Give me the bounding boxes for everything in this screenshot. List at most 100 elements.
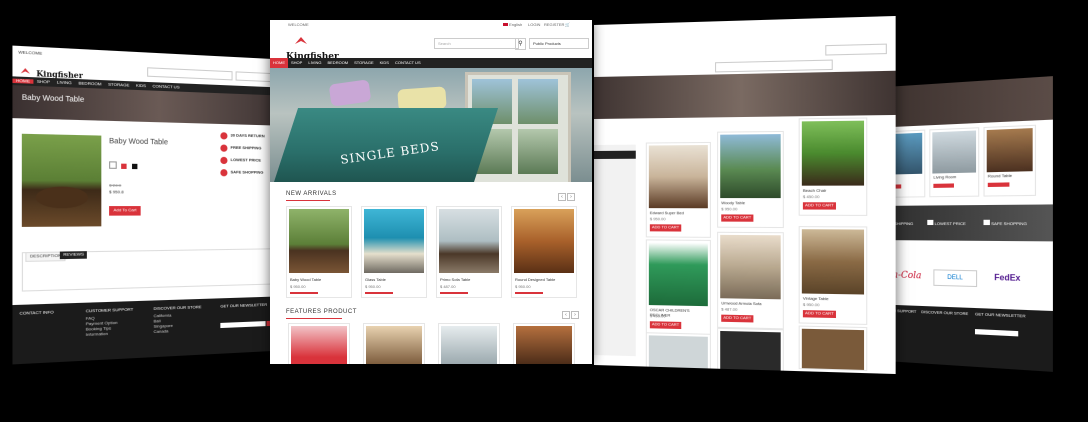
add-to-cart-button[interactable]: ADD TO CART xyxy=(649,224,682,232)
add-to-cart-button[interactable]: ADD TO CART xyxy=(802,310,836,318)
category-product-card[interactable]: OSCAR CHILDREN'S RECLINER $ 450.00 ADD TO … xyxy=(645,239,711,336)
nav-item-storage[interactable]: STORAGE xyxy=(105,81,133,88)
bird-icon xyxy=(295,37,307,44)
category-product-card[interactable]: Woody Table $ 950.00 ADD TO CART xyxy=(717,130,784,229)
mini-product-card-2[interactable]: Round Table xyxy=(983,124,1037,197)
nav-item-shop[interactable]: SHOP xyxy=(288,58,305,68)
product-card[interactable]: Glass Table $ 950.00 xyxy=(361,206,427,298)
far-right-page-screenshot: Living Room Round Table FREE SHIPPING LO… xyxy=(870,76,1053,372)
features-band: FREE SHIPPING LOWEST PRICE SAFE SHOPPING xyxy=(870,204,1053,242)
cart-icon[interactable]: 🛒 xyxy=(565,22,570,28)
add-to-cart-button[interactable]: ADD TO CART xyxy=(721,314,754,323)
category-product-card[interactable]: Vintage Table $ 950.00 ADD TO CART xyxy=(798,226,868,325)
swatch-black[interactable] xyxy=(131,163,138,170)
add-to-cart-button[interactable]: ADD TO CART xyxy=(802,202,836,210)
product-image[interactable] xyxy=(21,133,102,227)
product-image xyxy=(720,330,781,372)
features-product-title: FEATURES PRODUCT xyxy=(286,309,357,315)
nav-item-contact[interactable]: CONTACT US xyxy=(149,83,183,90)
feature-card-2[interactable] xyxy=(438,323,500,364)
nav-item-home[interactable]: HOME xyxy=(12,77,34,85)
check-icon xyxy=(983,219,990,226)
nav-item-contact[interactable]: CONTACT US xyxy=(392,58,424,68)
category-product-card[interactable] xyxy=(798,325,868,372)
product-card[interactable]: Primo Sofa Table $ 487.00 xyxy=(436,206,502,298)
feature-card-1[interactable] xyxy=(363,323,425,364)
product-name[interactable]: Glass Table xyxy=(365,277,386,283)
nav-item-shop[interactable]: SHOP xyxy=(33,78,53,85)
login-link[interactable]: LOGIN xyxy=(528,22,540,28)
search-button[interactable]: ⚲ xyxy=(515,38,526,50)
category-product-card[interactable]: Beach Chair $ 450.00 ADD TO CART xyxy=(798,117,868,216)
nav-item-living[interactable]: LIVING xyxy=(53,79,75,86)
footer-discover-title: DISCOVER OUR STORE xyxy=(153,304,202,311)
nav-item-home[interactable]: HOME xyxy=(270,58,288,68)
nav-item-living[interactable]: LIVING xyxy=(305,58,324,68)
next-arrow-button[interactable]: › xyxy=(567,193,575,201)
brand-logo-fedex[interactable]: FedEx xyxy=(994,273,1020,283)
add-to-cart-button[interactable]: Add To Cart xyxy=(109,206,141,216)
product-card[interactable]: Round Designed Table $ 950.00 xyxy=(511,206,577,298)
far-right-footer: CUSTOMER SUPPORT DISCOVER OUR STORE GET … xyxy=(870,304,1053,372)
features-next-button[interactable]: › xyxy=(571,311,579,319)
nav-item-kids[interactable]: KIDS xyxy=(377,58,392,68)
hero-slider[interactable]: SINGLE BEDS xyxy=(270,68,592,182)
feature-safe: SAFE SHOPPING xyxy=(983,219,1027,227)
truck-icon xyxy=(220,144,228,152)
search-placeholder: Search xyxy=(438,41,451,46)
product-accent-bar xyxy=(440,292,468,294)
language-label: English xyxy=(509,22,523,27)
mini-add-button[interactable] xyxy=(987,182,1010,188)
language-select[interactable]: English xyxy=(503,22,523,28)
feature-card-0[interactable] xyxy=(288,323,350,364)
flag-icon xyxy=(503,23,508,26)
product-name[interactable]: Baby Wood Table xyxy=(290,277,321,283)
product-card[interactable]: Baby Wood Table $ 950.00 xyxy=(286,206,352,298)
right-search-input[interactable] xyxy=(715,59,833,73)
product-image xyxy=(720,134,781,199)
product-price: $ 450.00 xyxy=(802,193,820,200)
mini-add-button[interactable] xyxy=(933,183,954,188)
nav-item-bedroom[interactable]: BEDROOM xyxy=(324,58,351,68)
prev-arrow-button[interactable]: ‹ xyxy=(558,193,566,201)
features-prev-button[interactable]: ‹ xyxy=(562,311,570,319)
search-input[interactable] xyxy=(147,67,233,81)
nav-item-bedroom[interactable]: BEDROOM xyxy=(75,80,105,87)
nav-item-storage[interactable]: STORAGE xyxy=(351,58,377,68)
add-to-cart-button[interactable]: ADD TO CART xyxy=(721,214,754,222)
main-nav: HOME SHOP LIVING BEDROOM STORAGE KIDS CO… xyxy=(270,58,592,68)
category-select[interactable]: Public Products xyxy=(529,38,589,49)
left-page-screenshot: WELCOME Kingfisher HOME SHOP LIVING BEDR… xyxy=(12,45,292,365)
category-product-card[interactable]: Umwood Armola Sofa $ 487.00 ADD TO CART xyxy=(717,231,784,330)
footer-support-link-3[interactable]: Information xyxy=(86,331,108,338)
product-name[interactable]: Round Designed Table xyxy=(515,277,555,283)
tab-reviews[interactable]: REVIEWS xyxy=(59,251,88,259)
category-product-card[interactable] xyxy=(717,327,784,373)
category-product-card[interactable] xyxy=(645,332,711,375)
nav-item-kids[interactable]: KIDS xyxy=(133,82,150,89)
footer-store-link-3[interactable]: Canada xyxy=(154,328,169,335)
add-to-cart-button[interactable]: ADD TO CART xyxy=(649,321,682,329)
price-current: $ 950.8 xyxy=(109,189,124,195)
hero-bed xyxy=(274,108,499,182)
search-input[interactable]: Search xyxy=(434,38,519,49)
product-price: $ 950.00 xyxy=(365,284,381,289)
feature-card-3[interactable] xyxy=(513,323,575,364)
bird-icon xyxy=(20,67,30,74)
newsletter-input[interactable] xyxy=(220,321,266,329)
mini-product-image xyxy=(986,128,1033,173)
far-newsletter-input[interactable] xyxy=(974,329,1019,337)
product-price: $ 450.00 xyxy=(649,313,666,319)
right-category-select[interactable] xyxy=(825,43,887,56)
topbar-welcome: WELCOME xyxy=(18,49,43,56)
brand-logo-dell[interactable]: DELL xyxy=(933,269,978,288)
mini-product-card-1[interactable]: Living Room xyxy=(929,127,980,198)
swatch-red[interactable] xyxy=(121,163,128,170)
footer-contact-title: CONTACT INFO xyxy=(19,309,54,316)
feature-image xyxy=(291,326,347,364)
category-product-card[interactable]: Edward Super Bed $ 950.00 ADD TO CART xyxy=(645,141,711,238)
topbar-welcome: WELCOME xyxy=(288,22,309,27)
register-link[interactable]: REGISTER xyxy=(544,22,564,28)
product-name[interactable]: Primo Sofa Table xyxy=(440,277,470,283)
swatch-white[interactable] xyxy=(109,161,117,169)
